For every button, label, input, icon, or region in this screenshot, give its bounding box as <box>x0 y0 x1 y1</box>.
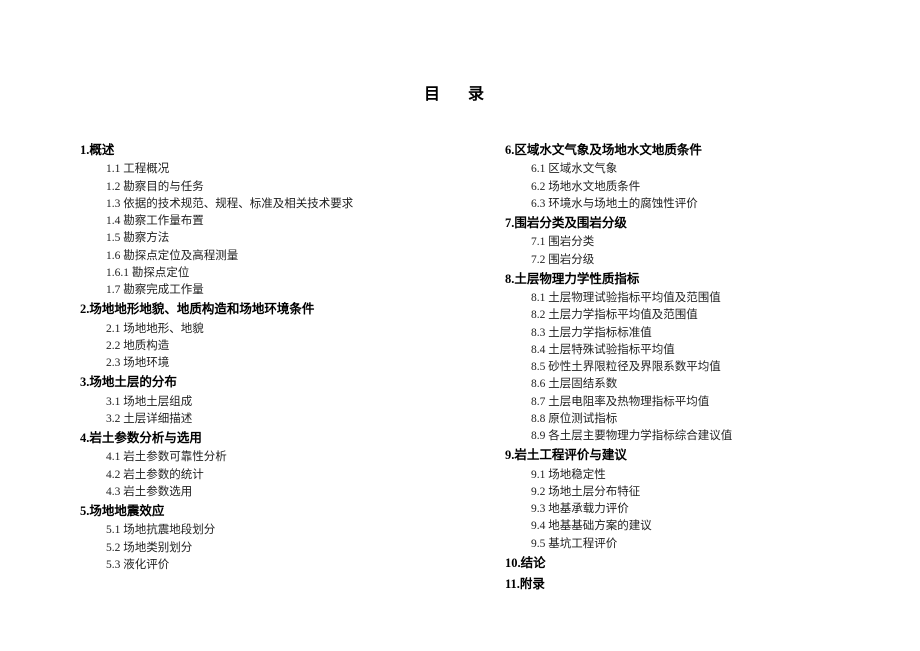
toc-item: 2.3 场地环境 <box>106 355 435 372</box>
toc-item: 1.1 工程概况 <box>106 161 435 178</box>
toc-item: 9.3 地基承载力评价 <box>531 501 860 518</box>
toc-item: 8.3 土层力学指标标准值 <box>531 325 860 342</box>
toc-item: 8.9 各土层主要物理力学指标综合建议值 <box>531 428 860 445</box>
toc-item: 1.7 勘察完成工作量 <box>106 282 435 299</box>
toc-item: 4.1 岩土参数可靠性分析 <box>106 449 435 466</box>
toc-item: 9.2 场地土层分布特征 <box>531 484 860 501</box>
toc-item: 9.5 基坑工程评价 <box>531 536 860 553</box>
toc-section: 1.概述 <box>80 140 435 161</box>
toc-item: 2.2 地质构造 <box>106 338 435 355</box>
toc-section: 4.岩土参数分析与选用 <box>80 428 435 449</box>
toc-section: 6.区域水文气象及场地水文地质条件 <box>505 140 860 161</box>
toc-item: 8.1 土层物理试验指标平均值及范围值 <box>531 290 860 307</box>
toc-item: 5.3 液化评价 <box>106 557 435 574</box>
toc-section: 8.土层物理力学性质指标 <box>505 269 860 290</box>
toc-section: 5.场地地震效应 <box>80 501 435 522</box>
toc-item: 3.2 土层详细描述 <box>106 411 435 428</box>
toc-item: 6.2 场地水文地质条件 <box>531 179 860 196</box>
toc-item: 9.1 场地稳定性 <box>531 467 860 484</box>
toc-item: 1.2 勘察目的与任务 <box>106 179 435 196</box>
toc-item: 4.3 岩土参数选用 <box>106 484 435 501</box>
toc-left-column: 1.概述1.1 工程概况1.2 勘察目的与任务1.3 依据的技术规范、规程、标准… <box>60 140 435 595</box>
toc-item: 9.4 地基基础方案的建议 <box>531 518 860 535</box>
toc-section: 7.围岩分类及围岩分级 <box>505 213 860 234</box>
toc-item: 4.2 岩土参数的统计 <box>106 467 435 484</box>
toc-item: 7.1 围岩分类 <box>531 234 860 251</box>
toc-section: 9.岩土工程评价与建议 <box>505 445 860 466</box>
toc-item: 6.1 区域水文气象 <box>531 161 860 178</box>
toc-item: 1.6.1 勘探点定位 <box>106 265 435 282</box>
toc-item: 8.5 砂性土界限粒径及界限系数平均值 <box>531 359 860 376</box>
toc-title: 目 录 <box>60 80 860 104</box>
toc-item: 8.6 土层固结系数 <box>531 376 860 393</box>
toc-item: 8.8 原位测试指标 <box>531 411 860 428</box>
toc-section: 11.附录 <box>505 574 860 595</box>
toc-item: 1.6 勘探点定位及高程测量 <box>106 248 435 265</box>
toc-item: 1.3 依据的技术规范、规程、标准及相关技术要求 <box>106 196 435 213</box>
toc-item: 5.1 场地抗震地段划分 <box>106 522 435 539</box>
toc-item: 8.4 土层特殊试验指标平均值 <box>531 342 860 359</box>
toc-item: 1.5 勘察方法 <box>106 230 435 247</box>
toc-item: 5.2 场地类别划分 <box>106 540 435 557</box>
toc-item: 8.2 土层力学指标平均值及范围值 <box>531 307 860 324</box>
toc-item: 7.2 围岩分级 <box>531 252 860 269</box>
toc-page: 目 录 1.概述1.1 工程概况1.2 勘察目的与任务1.3 依据的技术规范、规… <box>0 0 920 595</box>
toc-right-column: 6.区域水文气象及场地水文地质条件6.1 区域水文气象6.2 场地水文地质条件6… <box>485 140 860 595</box>
toc-item: 6.3 环境水与场地土的腐蚀性评价 <box>531 196 860 213</box>
toc-item: 3.1 场地土层组成 <box>106 394 435 411</box>
toc-section: 3.场地土层的分布 <box>80 372 435 393</box>
toc-section: 2.场地地形地貌、地质构造和场地环境条件 <box>80 299 435 320</box>
toc-section: 10.结论 <box>505 553 860 574</box>
toc-columns: 1.概述1.1 工程概况1.2 勘察目的与任务1.3 依据的技术规范、规程、标准… <box>60 140 860 595</box>
toc-item: 1.4 勘察工作量布置 <box>106 213 435 230</box>
toc-item: 2.1 场地地形、地貌 <box>106 321 435 338</box>
toc-item: 8.7 土层电阻率及热物理指标平均值 <box>531 394 860 411</box>
